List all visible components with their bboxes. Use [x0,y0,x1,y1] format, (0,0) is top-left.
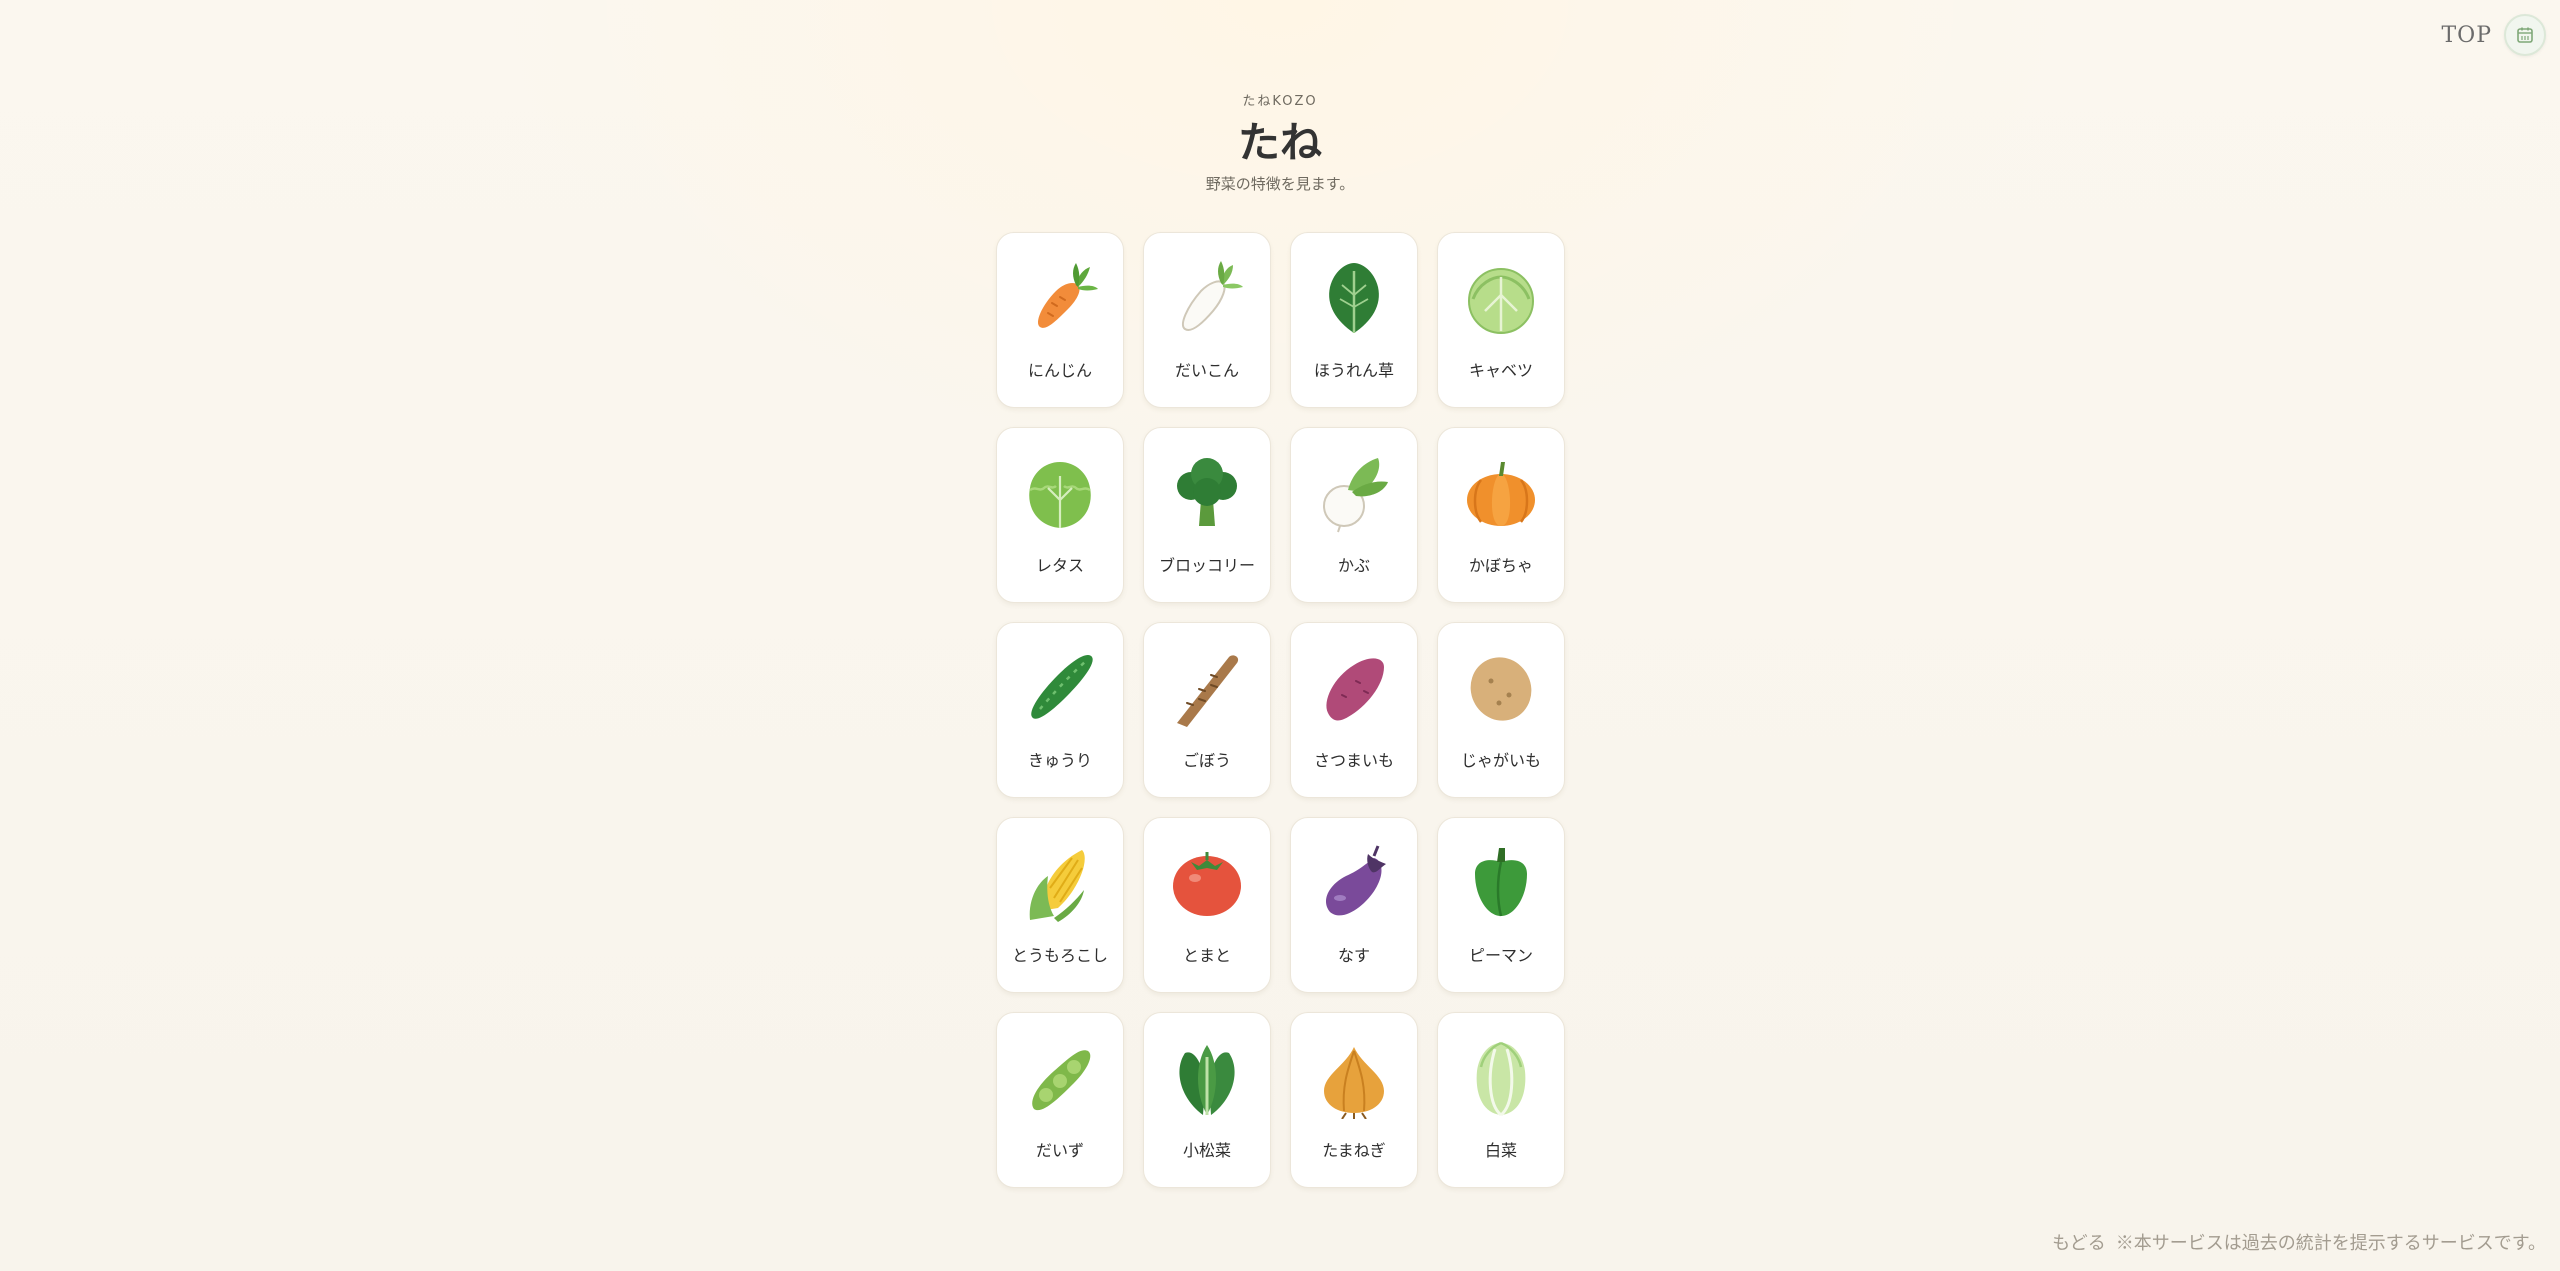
eggplant-icon [1325,845,1386,916]
vegetable-card-eggplant[interactable]: なす [1290,817,1418,993]
calendar-button[interactable] [2504,14,2546,56]
sweet-potato-icon [1326,658,1384,721]
brand-label: たねKOZO [1242,94,1318,109]
card-label: きゅうり [1027,751,1092,770]
vegetable-card-tomato[interactable]: とまと [1143,817,1271,993]
page-title: たね [1237,118,1322,167]
pumpkin-icon [1467,462,1535,526]
vegetable-card-carrot[interactable]: にんじん [996,232,1124,408]
top-link[interactable]: TOP [2441,23,2492,48]
card-label: なす [1337,946,1370,965]
page-footer: もどる ※本サービスは過去の統計を提示するサービスです。 [2052,1229,2546,1255]
vegetable-card-onion[interactable]: たまねぎ [1290,1012,1418,1188]
spinach-icon [1329,263,1379,333]
napa-cabbage-icon [1476,1041,1526,1117]
vegetable-card-burdock[interactable]: ごぼう [1143,622,1271,798]
back-link[interactable]: もどる [2052,1229,2106,1255]
vegetable-grid: にんじん だいこん ほうれん草 キャベツ レタス ブロッコリー かぶ かぼちゃ … [996,232,1565,1188]
vegetable-card-daikon[interactable]: だいこん [1143,232,1271,408]
card-label: 白菜 [1484,1141,1517,1160]
card-label: 小松菜 [1182,1141,1231,1160]
card-label: だいず [1035,1141,1084,1160]
page-subtitle: 野菜の特徴を見ます。 [1205,175,1355,193]
vegetable-card-soybean[interactable]: だいず [996,1012,1124,1188]
card-label: じゃがいも [1460,751,1541,770]
vegetable-card-sweet-potato[interactable]: さつまいも [1290,622,1418,798]
card-label: ごぼう [1182,751,1231,770]
card-label: だいこん [1174,361,1239,380]
vegetable-card-komatsuna[interactable]: 小松菜 [1143,1012,1271,1188]
vegetable-card-broccoli[interactable]: ブロッコリー [1143,427,1271,603]
card-label: レタス [1035,556,1084,575]
vegetable-card-napa-cabbage[interactable]: 白菜 [1437,1012,1565,1188]
corn-icon [1029,850,1085,922]
vegetable-card-corn[interactable]: とうもろこし [996,817,1124,993]
vegetable-card-turnip[interactable]: かぶ [1290,427,1418,603]
turnip-icon [1323,458,1388,533]
card-label: キャベツ [1468,361,1533,380]
card-label: かぶ [1337,556,1370,575]
top-nav: TOP [2441,14,2546,56]
vegetable-card-cabbage[interactable]: キャベツ [1437,232,1565,408]
onion-icon [1324,1047,1384,1119]
card-label: ほうれん草 [1313,361,1394,380]
potato-icon [1470,657,1532,721]
calendar-icon [2517,27,2533,43]
tomato-icon [1173,852,1241,916]
vegetable-card-pumpkin[interactable]: かぼちゃ [1437,427,1565,603]
broccoli-icon [1177,458,1237,526]
vegetable-card-potato[interactable]: じゃがいも [1437,622,1565,798]
card-label: とうもろこし [1011,946,1108,965]
vegetable-card-lettuce[interactable]: レタス [996,427,1124,603]
komatsuna-icon [1179,1045,1235,1115]
cabbage-icon [1468,268,1534,334]
card-label: ピーマン [1468,946,1533,965]
soybean-icon [1032,1050,1091,1111]
card-label: ブロッコリー [1158,556,1255,575]
vegetable-card-spinach[interactable]: ほうれん草 [1290,232,1418,408]
card-label: かぼちゃ [1468,556,1533,575]
disclaimer-text: ※本サービスは過去の統計を提示するサービスです。 [2115,1233,2546,1254]
green-pepper-icon [1475,848,1527,917]
page-header: たねKOZO たね 野菜の特徴を見ます。 [0,90,2560,194]
daikon-icon [1182,261,1243,331]
burdock-icon [1177,655,1239,727]
vegetable-card-green-pepper[interactable]: ピーマン [1437,817,1565,993]
card-label: とまと [1182,946,1231,965]
card-label: たまねぎ [1322,1141,1386,1160]
vegetable-card-cucumber[interactable]: きゅうり [996,622,1124,798]
card-label: さつまいも [1313,751,1394,770]
carrot-icon [1037,263,1098,328]
cucumber-icon [1031,655,1093,719]
lettuce-icon [1029,462,1091,528]
card-label: にんじん [1027,361,1092,380]
